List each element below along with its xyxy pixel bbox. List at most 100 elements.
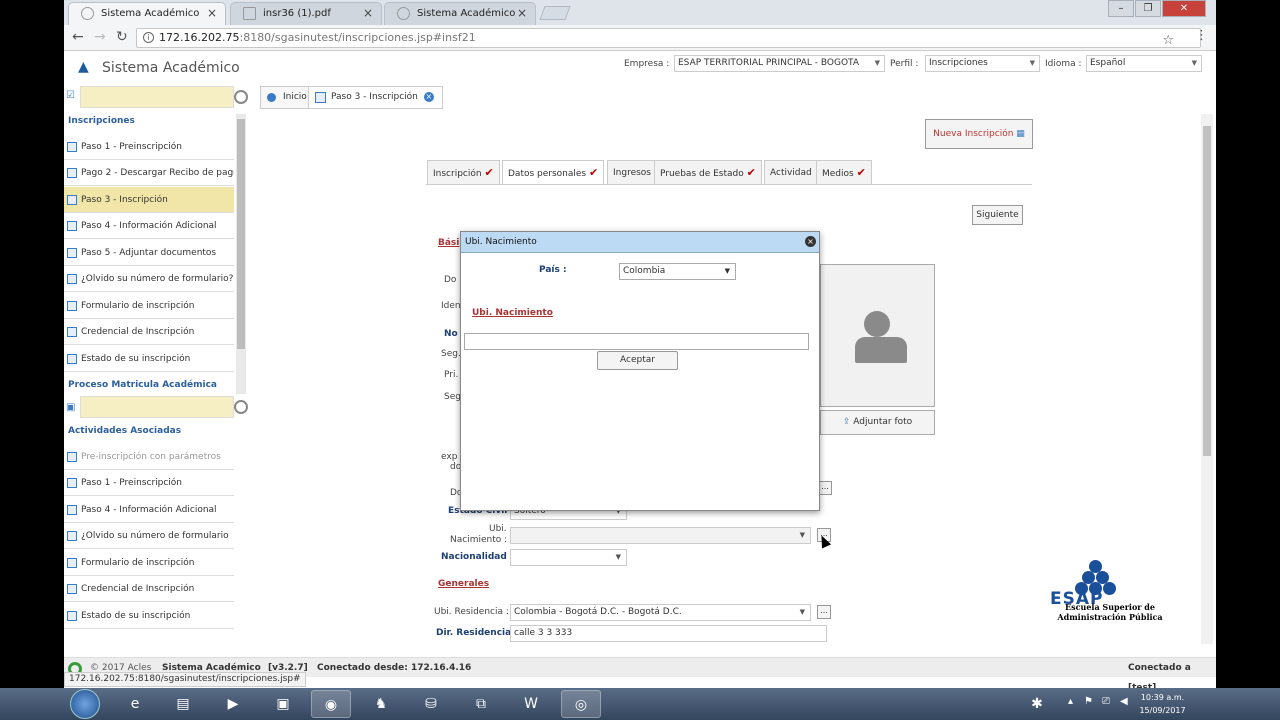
sidebar-item-formulario[interactable]: Formulario de inscripción bbox=[64, 293, 234, 319]
restore-button[interactable]: ❐ bbox=[1135, 0, 1161, 17]
sidebar-activity-formulario[interactable]: Formulario de inscripción bbox=[64, 550, 234, 576]
close-icon[interactable]: × bbox=[207, 3, 217, 24]
close-icon[interactable]: × bbox=[517, 3, 527, 24]
address-bar[interactable]: i 172.16.202.75:8180/sgasinutest/inscrip… bbox=[136, 28, 1201, 48]
flag-icon[interactable]: ⚑ bbox=[1084, 696, 1093, 707]
back-arrow-icon[interactable]: ← bbox=[72, 29, 84, 45]
perfil-select[interactable]: Inscripciones ▼ bbox=[925, 55, 1040, 72]
minimize-button[interactable]: – bbox=[1108, 0, 1134, 17]
document-icon bbox=[67, 327, 77, 337]
sidebar-search-input-2[interactable] bbox=[80, 396, 234, 418]
tab-paso3[interactable]: Paso 3 - Inscripción × bbox=[308, 86, 443, 109]
field-fragment: Do bbox=[444, 275, 457, 285]
basic-section-title: Bási bbox=[438, 238, 460, 248]
volume-icon[interactable]: ◀ bbox=[1120, 696, 1128, 707]
sidebar-activity-estado[interactable]: Estado de su inscripción bbox=[64, 603, 234, 629]
sidebar-item-estado[interactable]: Estado de su inscripción bbox=[64, 346, 234, 372]
tab-actividad[interactable]: Actividad bbox=[764, 160, 818, 184]
ubi-nacimiento-select[interactable]: ▼ bbox=[510, 527, 811, 544]
database-icon[interactable]: ⛁ bbox=[411, 690, 451, 718]
footer-connected-from: Conectado desde: 172.16.4.16 bbox=[317, 663, 472, 673]
system-clock[interactable]: 10:39 a.m. 15/09/2017 bbox=[1135, 691, 1190, 717]
media-player-icon[interactable]: ▶ bbox=[213, 690, 253, 718]
sidebar-item-label: Pre-inscripción con parámetros bbox=[81, 452, 221, 462]
star-icon[interactable]: ☆ bbox=[1162, 32, 1174, 50]
chrome-icon[interactable]: ◉ bbox=[311, 690, 351, 718]
sidebar-activity-paso4[interactable]: Paso 4 - Información Adicional bbox=[64, 497, 234, 523]
sidebar-item-paso5[interactable]: Paso 5 - Adjuntar documentos bbox=[64, 240, 234, 266]
doc-lookup-button[interactable]: ... bbox=[818, 481, 832, 495]
word-icon[interactable]: W bbox=[511, 690, 551, 718]
right-letterbox bbox=[1216, 0, 1280, 688]
ubi-nacimiento-label: Ubi. bbox=[489, 524, 507, 534]
empresa-select[interactable]: ESAP TERRITORIAL PRINCIPAL - BOGOTA ▼ bbox=[674, 55, 885, 72]
search-icon[interactable] bbox=[234, 90, 248, 104]
elephant-db-icon[interactable]: ♞ bbox=[361, 690, 401, 718]
sidebar-activity-credencial[interactable]: Credencial de Inscripción bbox=[64, 576, 234, 602]
browser-tab-label: Sistema Académico bbox=[417, 8, 516, 19]
sidebar-item-label: Paso 5 - Adjuntar documentos bbox=[81, 248, 217, 258]
siguiente-button[interactable]: Siguiente bbox=[972, 205, 1023, 225]
sidebar-search-input-1[interactable] bbox=[80, 86, 234, 108]
close-icon[interactable]: × bbox=[423, 92, 434, 102]
sidebar-item-credencial[interactable]: Credencial de Inscripción bbox=[64, 319, 234, 345]
esap-caption: Escuela Superior de Administración Públic… bbox=[1040, 602, 1180, 622]
dir-residencia-value: calle 3 3 333 bbox=[514, 628, 573, 638]
window-close-button[interactable]: ✕ bbox=[1162, 0, 1206, 17]
tab-inscripcion[interactable]: Inscripción ✔ bbox=[427, 160, 500, 184]
field-fragment: Pri. bbox=[444, 370, 459, 380]
browser-tab-3[interactable]: Sistema Académico × bbox=[384, 2, 536, 25]
ie-icon[interactable]: e bbox=[115, 690, 155, 718]
sidebar-scroll-thumb[interactable] bbox=[237, 119, 245, 349]
ubi-nacimiento-dialog: Ubi. Nacimiento × País : Colombia ▼ Ubi. … bbox=[460, 231, 820, 511]
info-icon[interactable]: i bbox=[143, 32, 154, 43]
ubi-residencia-lookup-button[interactable]: ... bbox=[817, 605, 831, 619]
sidebar-activity-paso1[interactable]: Paso 1 - Preinscripción bbox=[64, 470, 234, 496]
nacionalidad-select[interactable]: ▼ bbox=[510, 549, 627, 566]
reload-icon[interactable]: ↻ bbox=[116, 29, 128, 45]
tab-ingresos[interactable]: Ingresos bbox=[607, 160, 657, 184]
tab-label: Medios bbox=[822, 169, 854, 179]
app-window-icon[interactable]: ▣ bbox=[263, 690, 303, 718]
ubi-nacimiento-input[interactable] bbox=[464, 333, 809, 350]
sidebar-activity-olvido[interactable]: ¿Olvido su número de formulario bbox=[64, 523, 234, 549]
nueva-inscripcion-button[interactable]: Nueva Inscripción ▦ bbox=[925, 119, 1033, 149]
network-icon[interactable]: ⎚ bbox=[1102, 696, 1110, 707]
antivirus-icon[interactable]: ✱ bbox=[1017, 690, 1057, 718]
checkbox-icon[interactable]: ☑ bbox=[66, 90, 75, 101]
sidebar-section-matricula[interactable]: Proceso Matricula Académica bbox=[68, 380, 217, 390]
pais-select[interactable]: Colombia ▼ bbox=[619, 263, 736, 280]
browser-tab-1[interactable]: Sistema Académico × bbox=[68, 2, 226, 25]
forward-arrow-icon[interactable]: → bbox=[94, 29, 106, 45]
close-icon[interactable]: × bbox=[805, 236, 816, 247]
checkbox-icon[interactable]: ▣ bbox=[66, 402, 75, 413]
tab-medios[interactable]: Medios ✔ bbox=[816, 160, 872, 184]
aceptar-button[interactable]: Aceptar bbox=[597, 351, 678, 370]
sidebar-item-paso1[interactable]: Paso 1 - Preinscripción bbox=[64, 134, 234, 160]
content-scroll-thumb[interactable] bbox=[1203, 126, 1211, 456]
kebab-menu-icon[interactable]: ⋮ bbox=[1195, 28, 1208, 43]
sidebar-item-label: Credencial de Inscripción bbox=[81, 584, 195, 594]
obs-icon[interactable]: ◎ bbox=[561, 690, 601, 718]
adjuntar-foto-button[interactable]: ⇪ Adjuntar foto bbox=[820, 410, 935, 435]
browser-tab-2[interactable]: insr36 (1).pdf × bbox=[230, 2, 382, 25]
list-icon bbox=[67, 354, 77, 364]
search-icon[interactable] bbox=[234, 400, 248, 414]
windows-taskbar: e ▤ ▶ ▣ ◉ ♞ ⛁ ⧉ W ◎ ✱ ▴ ⚑ ⎚ ◀ 10:39 a.m.… bbox=[0, 688, 1280, 720]
close-icon[interactable]: × bbox=[363, 3, 373, 24]
folder-icon[interactable]: ▤ bbox=[163, 690, 203, 718]
start-button[interactable] bbox=[70, 689, 100, 719]
dir-residencia-input[interactable]: calle 3 3 333 bbox=[510, 625, 827, 642]
idioma-select[interactable]: Español ▼ bbox=[1086, 55, 1202, 72]
sidebar-item-pago2[interactable]: Pago 2 - Descargar Recibo de pago bbox=[64, 160, 234, 186]
new-tab-button[interactable] bbox=[539, 6, 571, 20]
sidebar-item-olvido[interactable]: ¿Olvido su número de formulario? bbox=[64, 266, 234, 292]
tab-datos-personales[interactable]: Datos personales ✔ bbox=[502, 160, 605, 185]
sidebar-item-paso4[interactable]: Paso 4 - Información Adicional bbox=[64, 213, 234, 239]
ubi-residencia-select[interactable]: Colombia - Bogotá D.C. - Bogotá D.C. ▼ bbox=[510, 604, 811, 621]
tab-pruebas-estado[interactable]: Pruebas de Estado ✔ bbox=[654, 160, 762, 184]
sidebar-activity-preinscripcion[interactable]: Pre-inscripción con parámetros bbox=[64, 444, 234, 470]
chevron-up-icon[interactable]: ▴ bbox=[1068, 696, 1073, 707]
network-app-icon[interactable]: ⧉ bbox=[461, 690, 501, 718]
sidebar-item-paso3[interactable]: Paso 3 - Inscripción bbox=[64, 187, 234, 213]
